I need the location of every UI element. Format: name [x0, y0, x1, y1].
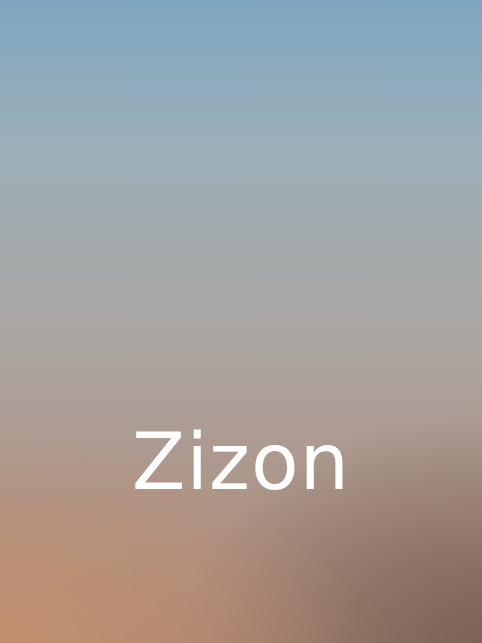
splash-screen: Zizon [0, 0, 482, 643]
app-name-title: Zizon [131, 418, 351, 508]
